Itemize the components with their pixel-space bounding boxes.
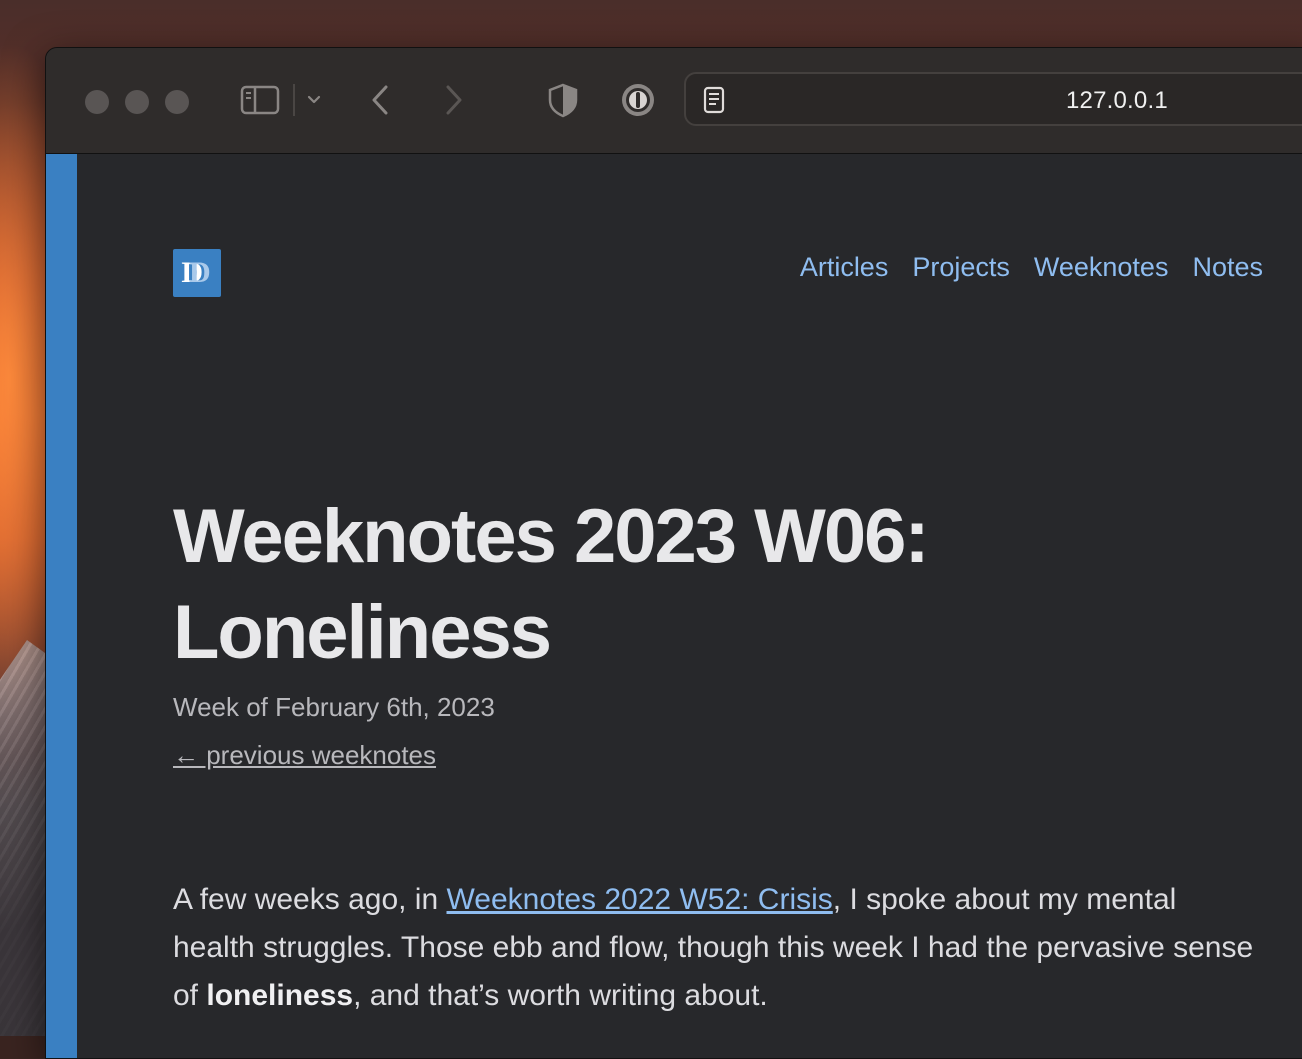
browser-window: 127.0.0.1 DD Articles Projects Weeknotes… (45, 47, 1302, 1059)
forward-arrow-icon[interactable] (438, 82, 468, 118)
nav-weeknotes[interactable]: Weeknotes (1034, 252, 1169, 283)
close-window-button[interactable] (85, 90, 109, 114)
toolbar-divider (293, 84, 295, 116)
privacy-shield-icon[interactable] (546, 82, 580, 118)
minimize-window-button[interactable] (125, 90, 149, 114)
accent-bar (46, 154, 77, 1058)
crisis-weeknotes-link[interactable]: Weeknotes 2022 W52: Crisis (447, 883, 833, 916)
post-date: Week of February 6th, 2023 (173, 692, 495, 722)
password-manager-icon[interactable] (620, 82, 656, 118)
post-title: Weeknotes 2023 W06: Loneliness (173, 489, 1073, 681)
site-logo[interactable]: DD (173, 249, 221, 297)
sidebar-toggle-icon[interactable] (240, 84, 280, 116)
nav-articles[interactable]: Articles (800, 252, 889, 283)
logo-text: DD (181, 256, 210, 289)
post-paragraph: A few weeks ago, in Weeknotes 2022 W52: … (173, 876, 1263, 1020)
previous-weeknotes-link[interactable]: ← previous weeknotes (173, 740, 436, 771)
back-arrow-icon[interactable] (366, 82, 396, 118)
address-bar[interactable]: 127.0.0.1 (684, 72, 1302, 126)
paragraph-text-1: A few weeks ago, in (173, 883, 447, 916)
post-title-line1: Weeknotes 2023 W06: (173, 494, 930, 579)
post-title-line2: Loneliness (173, 590, 552, 675)
url-text: 127.0.0.1 (1066, 87, 1168, 114)
web-page: DD Articles Projects Weeknotes Notes Wee… (46, 154, 1302, 1058)
reader-mode-icon[interactable] (702, 86, 726, 114)
chevron-down-icon[interactable] (304, 90, 324, 110)
nav-notes[interactable]: Notes (1192, 252, 1263, 283)
zoom-window-button[interactable] (165, 90, 189, 114)
browser-toolbar: 127.0.0.1 (46, 48, 1302, 154)
nav-projects[interactable]: Projects (912, 252, 1010, 283)
paragraph-text-3: , and that’s worth writing about. (353, 979, 768, 1012)
site-nav: Articles Projects Weeknotes Notes (800, 252, 1263, 283)
paragraph-bold: loneliness (206, 979, 354, 1012)
